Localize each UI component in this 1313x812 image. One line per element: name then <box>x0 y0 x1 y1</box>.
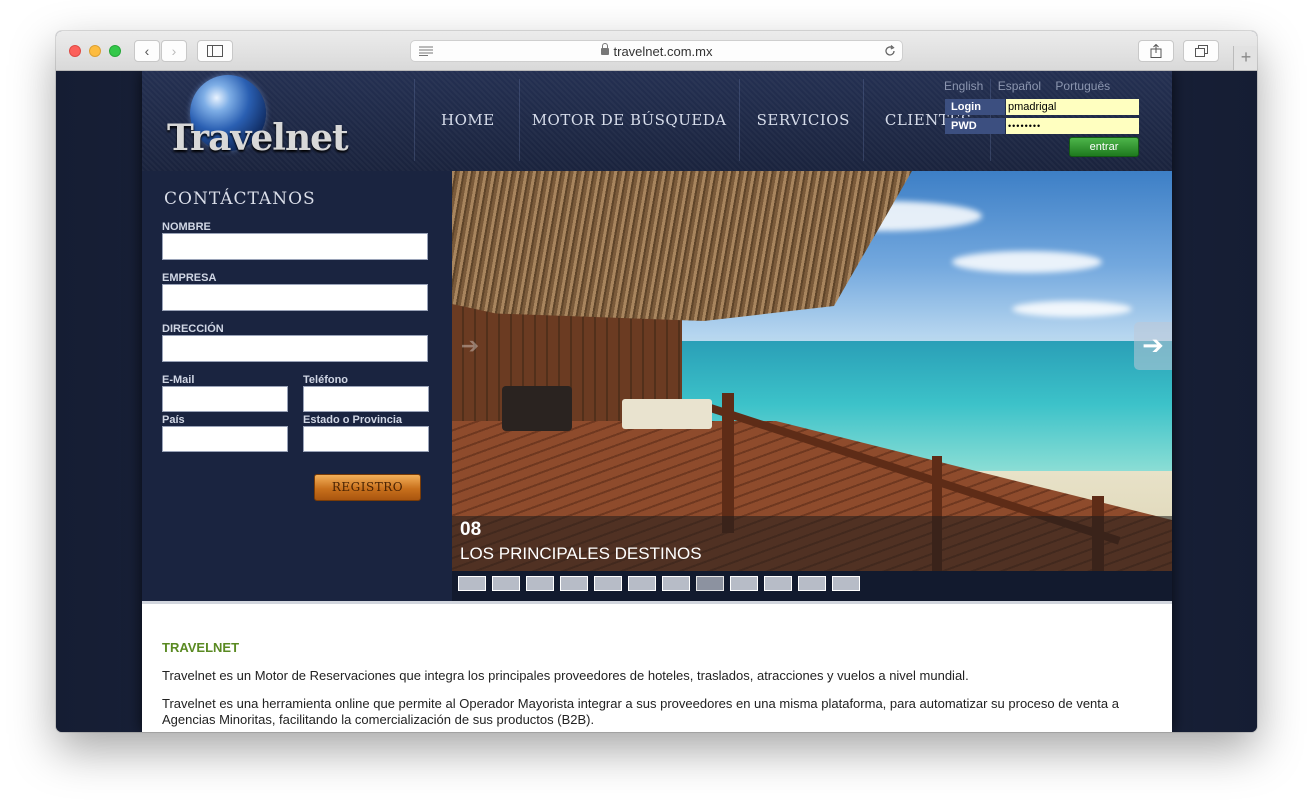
chair-shape <box>502 386 572 431</box>
chevron-left-icon: ‹ <box>144 43 150 59</box>
nombre-label: NOMBRE <box>162 221 211 233</box>
lang-espanol[interactable]: Español <box>998 79 1041 93</box>
slide-thumbnail-12[interactable] <box>832 576 860 591</box>
slide-thumbnail-1[interactable] <box>458 576 486 591</box>
empresa-label: EMPRESA <box>162 272 217 284</box>
minimize-window-button[interactable] <box>89 45 101 57</box>
login-label: Login <box>945 99 1005 115</box>
slide-thumbnail-3[interactable] <box>526 576 554 591</box>
lock-icon <box>600 43 609 55</box>
logo-text: Travelnet <box>167 117 349 159</box>
tabs-overview-button[interactable] <box>1183 40 1219 62</box>
estado-input[interactable] <box>303 426 429 452</box>
main-nav: HOME MOTOR DE BÚSQUEDA SERVICIOS CLIENTE… <box>414 79 991 161</box>
destination-slider: ➔ ➔ 08 LOS PRINCIPALES DESTINOS <box>452 171 1172 601</box>
slide-thumbnail-7[interactable] <box>662 576 690 591</box>
slide-thumbnails <box>452 571 1172 601</box>
share-icon <box>1150 44 1162 58</box>
nav-home[interactable]: HOME <box>414 79 519 161</box>
contact-title: CONTÁCTANOS <box>164 189 316 209</box>
slide-thumbnail-6[interactable] <box>628 576 656 591</box>
content-paragraph-1: Travelnet es un Motor de Reservaciones q… <box>162 668 969 683</box>
slide-thumbnail-9[interactable] <box>730 576 758 591</box>
arrow-right-icon: ➔ <box>1142 330 1164 360</box>
nav-motor-de-busqueda[interactable]: MOTOR DE BÚSQUEDA <box>518 79 739 161</box>
nav-servicios[interactable]: SERVICIOS <box>738 79 863 161</box>
slider-prev-button[interactable]: ➔ <box>456 331 484 361</box>
zoom-window-button[interactable] <box>109 45 121 57</box>
lang-portugues[interactable]: Português <box>1055 79 1110 93</box>
sidebar-button[interactable] <box>197 40 233 62</box>
pwd-label: PWD <box>945 118 1005 134</box>
new-tab-button[interactable]: + <box>1233 46 1257 70</box>
content-paragraph-2: Travelnet es una herramienta online que … <box>162 696 1119 727</box>
back-button[interactable]: ‹ <box>134 40 160 62</box>
arrow-left-icon: ➔ <box>460 333 480 358</box>
content-heading: TRAVELNET <box>162 640 240 655</box>
address-bar[interactable]: travelnet.com.mx <box>410 40 903 62</box>
direccion-input[interactable] <box>162 335 428 362</box>
reload-icon[interactable] <box>884 45 896 57</box>
thatched-roof-shape <box>452 171 912 321</box>
registro-button[interactable]: REGISTRO <box>314 474 421 501</box>
slide-thumbnail-5[interactable] <box>594 576 622 591</box>
contact-panel: CONTÁCTANOS NOMBRE EMPRESA DIRECCIÓN E-M… <box>142 171 452 601</box>
nombre-input[interactable] <box>162 233 428 260</box>
email-input[interactable] <box>162 386 288 412</box>
slide-thumbnail-11[interactable] <box>798 576 826 591</box>
tabs-icon <box>1194 45 1208 57</box>
slide-thumbnail-10[interactable] <box>764 576 792 591</box>
pais-label: País <box>162 414 185 426</box>
browser-toolbar: ‹ › travelnet.com.mx + <box>56 31 1257 71</box>
pais-input[interactable] <box>162 426 288 452</box>
empresa-input[interactable] <box>162 284 428 311</box>
main-content: TRAVELNET Travelnet es un Motor de Reser… <box>142 601 1172 732</box>
slide-title: LOS PRINCIPALES DESTINOS <box>460 544 702 563</box>
login-input[interactable]: pmadrigal <box>1006 99 1139 115</box>
railing-post-shape <box>722 393 734 533</box>
cloud-shape <box>952 251 1102 273</box>
lang-english[interactable]: English <box>944 79 983 93</box>
site-container: Travelnet HOME MOTOR DE BÚSQUEDA SERVICI… <box>142 71 1172 732</box>
password-input[interactable]: •••••••• <box>1006 118 1139 134</box>
estado-label: Estado o Provincia <box>303 414 403 426</box>
slide-thumbnail-2[interactable] <box>492 576 520 591</box>
travelnet-logo[interactable]: Travelnet <box>167 73 349 168</box>
slide-number: 08 <box>460 519 482 540</box>
site-header: Travelnet HOME MOTOR DE BÚSQUEDA SERVICI… <box>142 71 1172 171</box>
email-label: E-Mail <box>162 374 195 386</box>
slide-thumbnail-4[interactable] <box>560 576 588 591</box>
sofa-shape <box>622 399 712 429</box>
chevron-right-icon: › <box>171 43 177 59</box>
plus-icon: + <box>1240 47 1252 67</box>
close-window-button[interactable] <box>69 45 81 57</box>
direccion-label: DIRECCIÓN <box>162 323 224 335</box>
slider-next-button[interactable]: ➔ <box>1134 322 1172 370</box>
telefono-input[interactable] <box>303 386 429 412</box>
browser-window: ‹ › travelnet.com.mx + Travelnet HOME MO… <box>56 31 1257 732</box>
forward-button[interactable]: › <box>161 40 187 62</box>
url-text: travelnet.com.mx <box>613 44 713 59</box>
language-selector: English Español Português <box>944 79 1121 93</box>
cloud-shape <box>1012 301 1132 317</box>
sidebar-icon <box>207 45 223 57</box>
entrar-button[interactable]: entrar <box>1069 137 1139 157</box>
slide-thumbnail-8[interactable] <box>696 576 724 591</box>
page-viewport: Travelnet HOME MOTOR DE BÚSQUEDA SERVICI… <box>56 71 1257 732</box>
telefono-label: Teléfono <box>303 374 349 386</box>
share-button[interactable] <box>1138 40 1174 62</box>
slide-caption: 08 LOS PRINCIPALES DESTINOS <box>452 516 1172 571</box>
